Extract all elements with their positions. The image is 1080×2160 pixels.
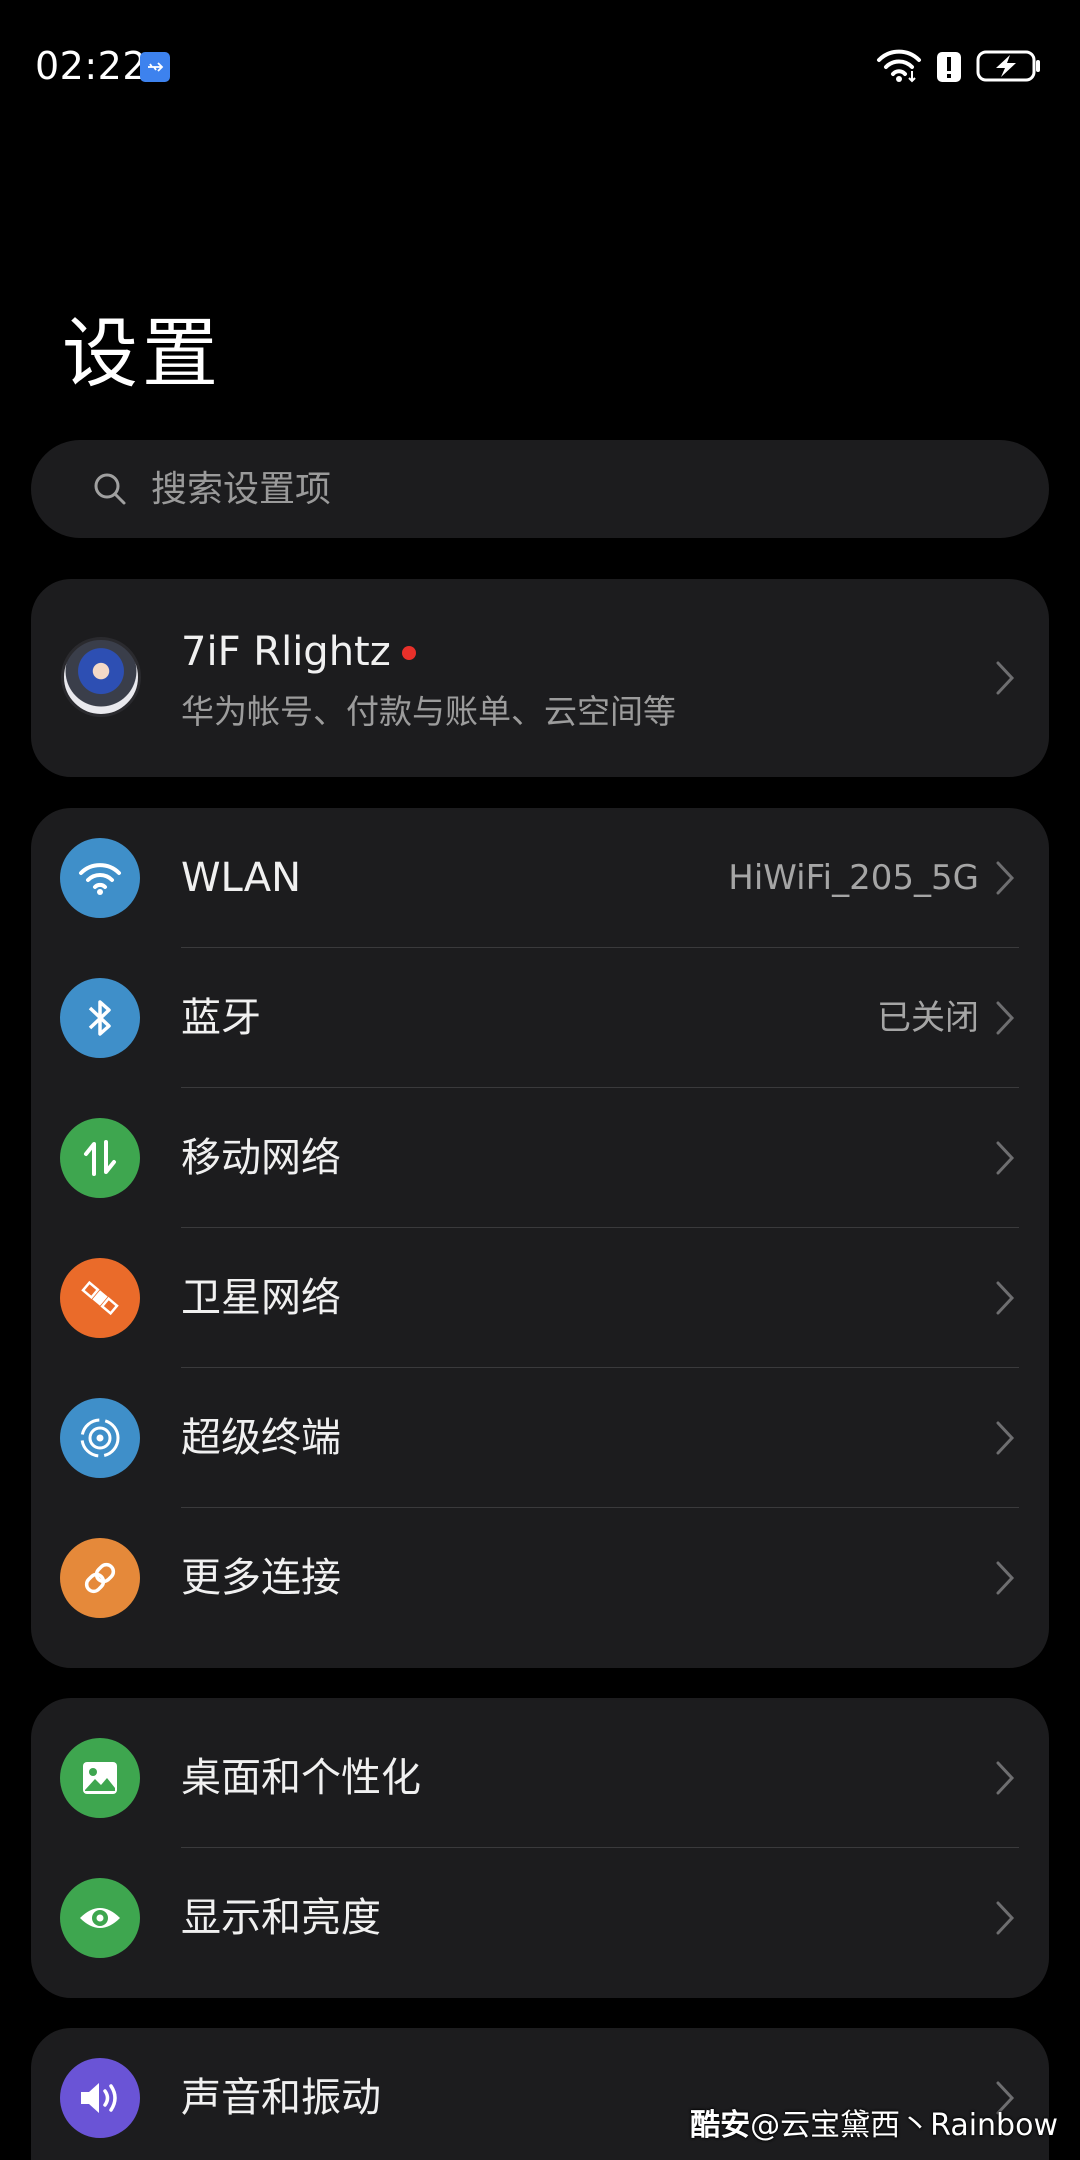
mobile-data-icon	[60, 1118, 140, 1198]
super-device-icon	[60, 1398, 140, 1478]
item-label: 声音和振动	[181, 2075, 381, 2121]
eye-icon	[60, 1878, 140, 1958]
chevron-right-icon	[996, 1421, 1015, 1455]
item-label: 移动网络	[181, 1135, 341, 1181]
connectivity-group: WLAN HiWiFi_205_5G 蓝牙 已关闭 移动网络 卫星网络 超级终端…	[31, 808, 1049, 1668]
item-label: 桌面和个性化	[181, 1755, 421, 1801]
wifi-icon	[876, 49, 922, 87]
status-time: 02:22	[35, 44, 148, 88]
settings-screen: 02:22 设置 搜索设置项 7iF Rlightz 华为帐号、付款与账单、云空…	[0, 0, 1080, 2160]
item-label: WLAN	[181, 855, 302, 901]
wallpaper-icon	[60, 1738, 140, 1818]
account-card[interactable]: 7iF Rlightz 华为帐号、付款与账单、云空间等	[31, 579, 1049, 777]
item-value: HiWiFi_205_5G	[728, 858, 979, 898]
settings-item-super-device[interactable]: 超级终端	[31, 1368, 1049, 1508]
display-group: 桌面和个性化 显示和亮度	[31, 1698, 1049, 1998]
search-bar[interactable]	[31, 440, 1049, 538]
notification-dot	[402, 646, 416, 660]
item-label: 蓝牙	[181, 995, 261, 1041]
settings-item-more-connections[interactable]: 更多连接	[31, 1508, 1049, 1648]
page-title: 设置	[62, 309, 222, 398]
item-label: 卫星网络	[181, 1275, 341, 1321]
chevron-right-icon	[996, 1901, 1015, 1935]
search-icon	[93, 472, 127, 506]
item-value: 已关闭	[877, 998, 979, 1038]
satellite-icon	[60, 1258, 140, 1338]
item-label: 超级终端	[181, 1415, 341, 1461]
chevron-right-icon	[996, 1761, 1015, 1795]
link-icon	[60, 1538, 140, 1618]
usb-icon	[140, 52, 170, 82]
watermark: 酷安@云宝黛西丶Rainbow	[690, 2100, 1058, 2144]
account-subtitle: 华为帐号、付款与账单、云空间等	[181, 692, 676, 731]
chevron-right-icon	[996, 1281, 1015, 1315]
avatar	[61, 637, 141, 717]
chevron-right-icon	[996, 1561, 1015, 1595]
chevron-right-icon	[996, 1141, 1015, 1175]
account-name: 7iF Rlightz	[181, 629, 391, 675]
settings-item-satellite-network[interactable]: 卫星网络	[31, 1228, 1049, 1368]
watermark-text: @云宝黛西丶Rainbow	[750, 2108, 1058, 2143]
settings-item-bluetooth[interactable]: 蓝牙 已关闭	[31, 948, 1049, 1088]
alert-icon	[936, 49, 962, 87]
chevron-right-icon	[996, 661, 1015, 695]
chevron-right-icon	[996, 1001, 1015, 1035]
sound-icon	[60, 2058, 140, 2138]
bluetooth-icon	[60, 978, 140, 1058]
settings-item-wlan[interactable]: WLAN HiWiFi_205_5G	[31, 808, 1049, 948]
settings-item-home-screen[interactable]: 桌面和个性化	[31, 1708, 1049, 1848]
status-bar: 02:22	[0, 0, 1080, 135]
watermark-brand: 酷安	[690, 2108, 751, 2143]
chevron-right-icon	[996, 861, 1015, 895]
item-label: 更多连接	[181, 1555, 341, 1601]
settings-item-display-brightness[interactable]: 显示和亮度	[31, 1848, 1049, 1988]
settings-item-mobile-network[interactable]: 移动网络	[31, 1088, 1049, 1228]
battery-charging-icon	[976, 49, 1042, 87]
item-label: 显示和亮度	[181, 1895, 381, 1941]
status-icons	[876, 48, 1042, 88]
wifi-icon	[60, 838, 140, 918]
search-input[interactable]	[151, 440, 1011, 538]
